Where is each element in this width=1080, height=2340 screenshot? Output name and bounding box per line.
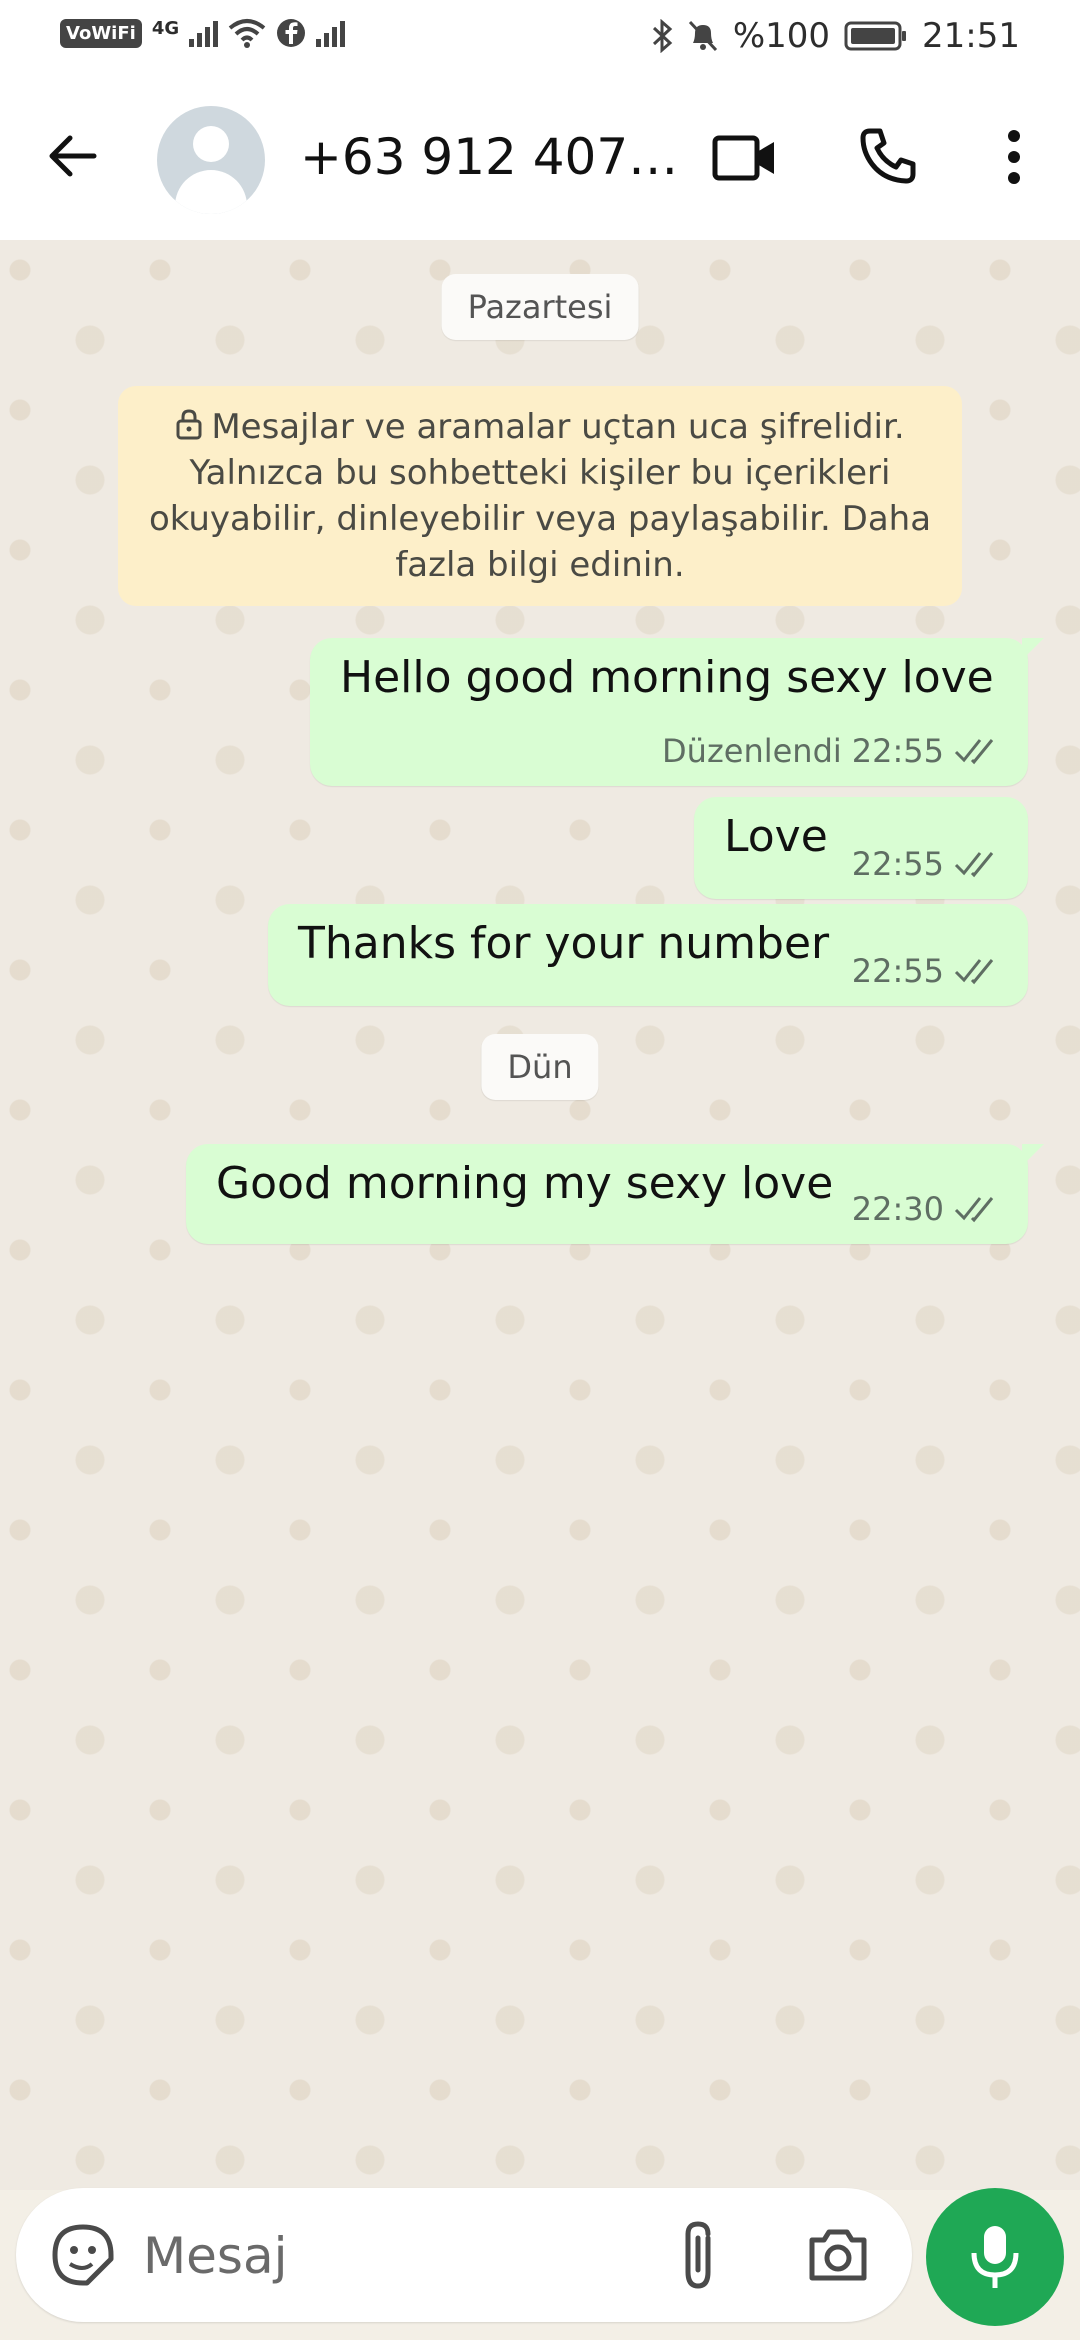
sticker-icon[interactable] — [50, 2222, 116, 2288]
message-time: 22:55 — [851, 952, 944, 990]
contact-name[interactable]: +63 912 407… — [300, 128, 678, 186]
mic-icon — [971, 2226, 1019, 2288]
double-check-icon — [954, 739, 994, 765]
back-arrow-icon[interactable] — [44, 128, 100, 184]
chat-area[interactable]: Pazartesi Mesajlar ve aramalar uçtan uca… — [0, 240, 1080, 2190]
message-time: 22:30 — [851, 1190, 944, 1228]
message-bubble[interactable]: Good morning my sexy love 22:30 — [186, 1144, 1044, 1244]
network-label: 4G — [151, 18, 180, 39]
message-bubble[interactable]: Thanks for your number 22:55 — [268, 904, 1028, 1006]
phone-call-icon[interactable] — [858, 126, 918, 186]
video-call-icon[interactable] — [712, 134, 778, 182]
signal-2-icon — [316, 19, 346, 47]
edited-label: Düzenlendi — [662, 732, 842, 770]
double-check-icon — [954, 852, 994, 878]
mic-button[interactable] — [926, 2188, 1064, 2326]
message-text: Hello good morning sexy love — [340, 652, 994, 703]
attach-icon[interactable] — [676, 2218, 720, 2292]
clock: 21:51 — [922, 16, 1020, 56]
vowifi-badge: VoWiFi — [60, 18, 142, 48]
lock-icon — [176, 409, 202, 440]
message-input[interactable] — [141, 2218, 665, 2294]
camera-icon[interactable] — [806, 2224, 870, 2284]
message-time: 22:55 — [851, 845, 944, 883]
double-check-icon — [954, 1197, 994, 1223]
wifi-icon — [228, 19, 266, 48]
message-meta: 22:55 — [852, 845, 1002, 883]
message-time: 22:55 — [851, 732, 944, 770]
bluetooth-icon — [652, 19, 673, 53]
avatar-body — [175, 170, 247, 214]
message-bubble[interactable]: Hello good morning sexy love Düzenlendi … — [310, 638, 1044, 786]
message-meta: 22:30 — [852, 1190, 1002, 1228]
double-check-icon — [954, 959, 994, 985]
battery-percent: %100 — [732, 16, 831, 56]
encryption-notice[interactable]: Mesajlar ve aramalar uçtan uca şifrelidi… — [118, 386, 962, 606]
message-bubble[interactable]: Love 22:55 — [694, 797, 1028, 899]
chat-header: +63 912 407… — [0, 78, 1080, 241]
date-chip: Pazartesi — [441, 274, 639, 340]
facebook-icon — [277, 19, 306, 47]
avatar[interactable] — [157, 106, 265, 214]
status-left: VoWiFi 4G — [60, 18, 346, 48]
message-composer — [16, 2188, 912, 2322]
message-meta: 22:55 — [852, 952, 1002, 990]
status-right: %100 21:51 — [651, 16, 1020, 56]
date-chip: Dün — [481, 1034, 599, 1100]
avatar-head — [193, 126, 229, 162]
signal-icon — [189, 19, 219, 47]
more-vert-icon[interactable] — [1004, 128, 1024, 186]
battery-icon — [844, 21, 907, 51]
mute-bell-icon — [688, 20, 717, 52]
status-bar: VoWiFi 4G %100 21:51 — [0, 0, 1080, 78]
message-meta: Düzenlendi 22:55 — [662, 732, 1002, 770]
encryption-text: Mesajlar ve aramalar uçtan uca şifrelidi… — [148, 407, 932, 585]
